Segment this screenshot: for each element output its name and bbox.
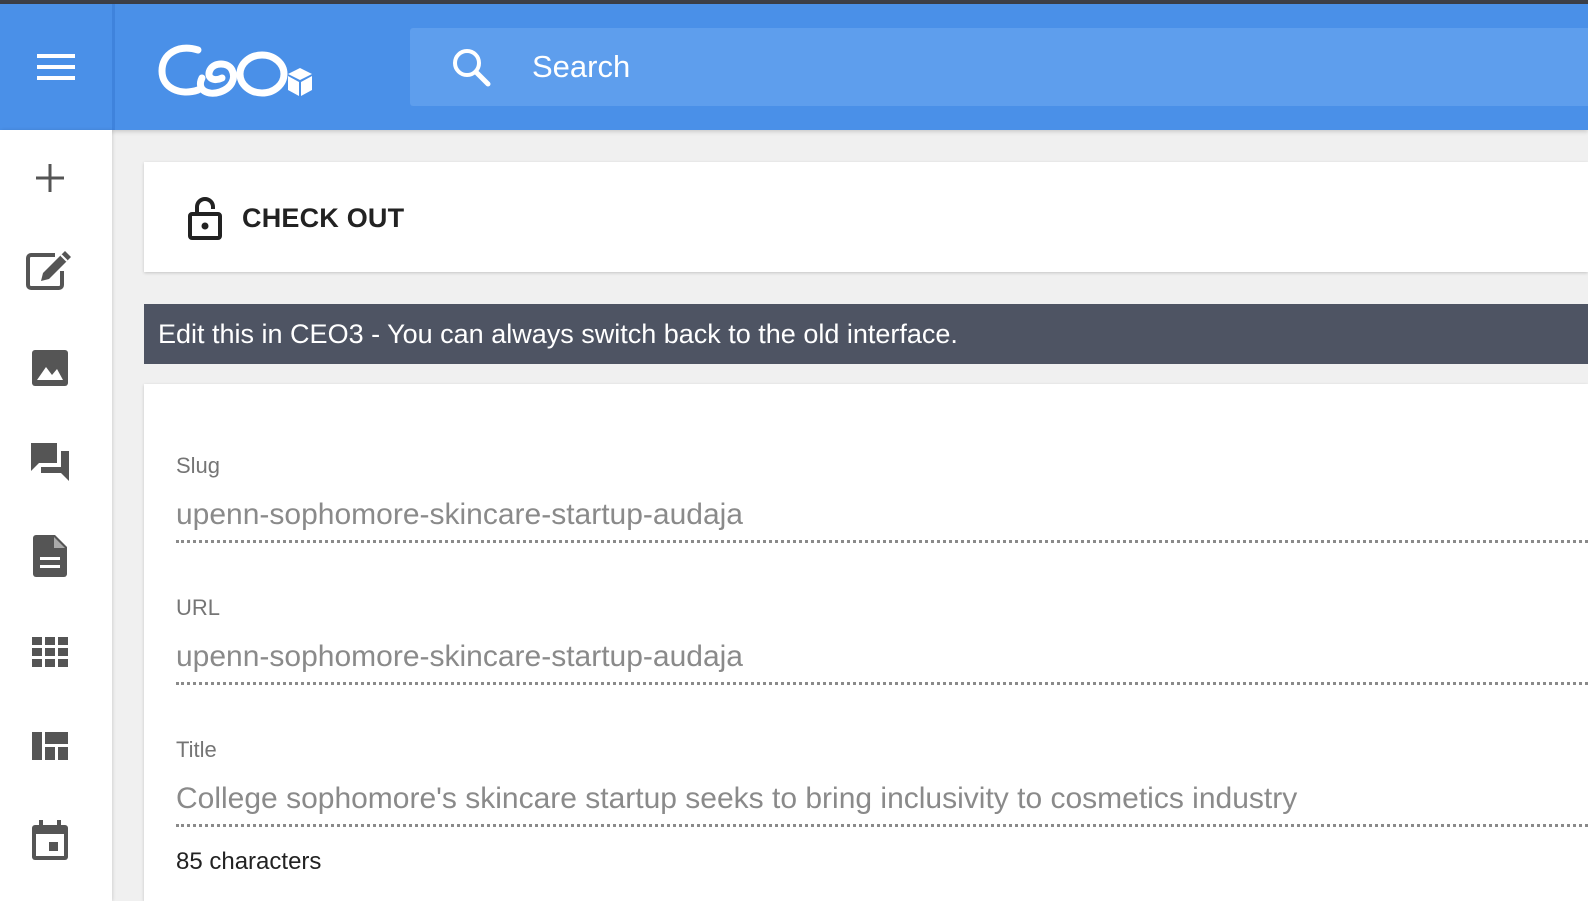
banner-text: Edit this in CEO3 - You can always switc… xyxy=(158,318,958,349)
sidebar-item-grid[interactable] xyxy=(22,624,78,680)
sidebar xyxy=(0,130,112,901)
title-label: Title xyxy=(176,737,217,762)
check-out-label: CHECK OUT xyxy=(242,202,405,233)
sidebar-item-edit[interactable] xyxy=(22,242,78,298)
check-out-button[interactable]: CHECK OUT xyxy=(188,192,404,244)
header-divider xyxy=(112,4,115,130)
image-icon xyxy=(32,350,68,386)
slug-field: Slug upenn-sophomore-skincare-startup-au… xyxy=(176,452,1588,543)
hamburger-icon xyxy=(37,54,75,80)
search-bar[interactable] xyxy=(410,28,1588,106)
grid-icon xyxy=(32,637,68,667)
url-label: URL xyxy=(176,595,221,620)
title-field: Title College sophomore's skincare start… xyxy=(176,736,1588,827)
plus-icon xyxy=(36,164,64,192)
ceo-logo xyxy=(158,44,312,97)
app-header xyxy=(0,4,1588,130)
sidebar-item-calendar[interactable] xyxy=(22,812,78,868)
menu-button[interactable] xyxy=(0,4,112,130)
sidebar-item-comments[interactable] xyxy=(22,434,78,490)
dashboard-icon xyxy=(32,732,68,760)
checkout-card: CHECK OUT xyxy=(144,162,1588,272)
lock-open-icon xyxy=(188,197,222,240)
article-form: Slug upenn-sophomore-skincare-startup-au… xyxy=(144,384,1588,901)
sidebar-item-add[interactable] xyxy=(22,150,78,206)
forum-icon xyxy=(31,443,69,481)
sidebar-item-layout[interactable] xyxy=(22,718,78,774)
sidebar-item-images[interactable] xyxy=(22,340,78,396)
slug-input[interactable]: upenn-sophomore-skincare-startup-audaja xyxy=(176,496,1588,543)
slug-label: Slug xyxy=(176,453,221,478)
url-field: URL upenn-sophomore-skincare-startup-aud… xyxy=(176,594,1588,685)
document-icon xyxy=(33,535,67,577)
title-input[interactable]: College sophomore's skincare startup see… xyxy=(176,780,1588,827)
calendar-icon xyxy=(32,820,68,860)
sidebar-item-pages[interactable] xyxy=(22,528,78,584)
search-icon xyxy=(453,49,491,87)
ceo3-banner[interactable]: Edit this in CEO3 - You can always switc… xyxy=(144,304,1588,364)
title-character-count: 85 characters xyxy=(176,848,322,875)
search-input[interactable] xyxy=(532,42,1532,92)
edit-icon xyxy=(26,251,71,290)
url-input[interactable]: upenn-sophomore-skincare-startup-audaja xyxy=(176,638,1588,685)
